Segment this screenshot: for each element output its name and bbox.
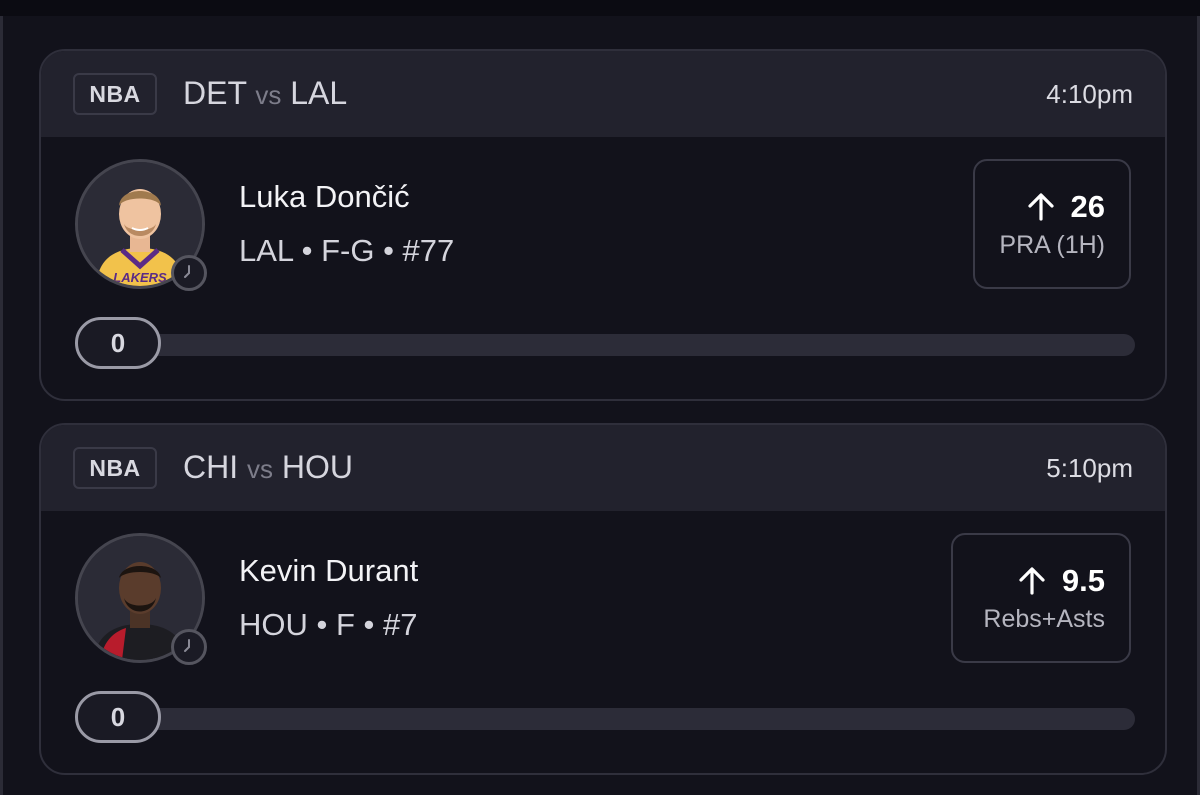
- matchup: CHI vs HOU: [183, 449, 353, 486]
- top-bar: [0, 0, 1200, 16]
- card-header: NBA CHI vs HOU 5:10pm: [41, 425, 1165, 511]
- game-time: 4:10pm: [1046, 79, 1133, 109]
- player-avatar-wrap[interactable]: [75, 533, 207, 665]
- vs-label: vs: [255, 80, 282, 110]
- player-avatar-wrap[interactable]: LAKERS: [75, 159, 207, 291]
- svg-text:LAKERS: LAKERS: [113, 270, 167, 285]
- prop-line: 26: [1027, 189, 1105, 225]
- prop-box[interactable]: 9.5 Rebs+Asts: [951, 533, 1131, 663]
- vs-label: vs: [247, 454, 273, 484]
- prop-line: 9.5: [1018, 563, 1105, 599]
- matchup: DET vs LAL: [183, 75, 347, 112]
- prop-label: Rebs+Asts: [983, 604, 1105, 633]
- player-name: Kevin Durant: [239, 553, 419, 588]
- prop-box[interactable]: 26 PRA (1H): [973, 159, 1131, 289]
- player-meta: HOU • F • #7: [239, 607, 418, 642]
- progress-value: 0: [75, 691, 161, 743]
- league-badge: NBA: [73, 73, 157, 115]
- away-team: DET: [183, 75, 247, 111]
- player-meta: LAL • F-G • #77: [239, 233, 455, 268]
- progress-track: [77, 708, 1135, 730]
- player-name: Luka Dončić: [239, 179, 410, 214]
- arrow-up-icon: [1027, 192, 1055, 222]
- prop-label: PRA (1H): [999, 230, 1105, 259]
- pick-card[interactable]: NBA DET vs LAL 4:10pm LAKERS Luka Dončić…: [39, 49, 1167, 401]
- clock-icon: [171, 629, 207, 665]
- picks-list: NBA DET vs LAL 4:10pm LAKERS Luka Dončić…: [0, 16, 1200, 795]
- prop-value: 26: [1070, 188, 1105, 224]
- league-badge: NBA: [73, 447, 157, 489]
- home-team: LAL: [290, 75, 348, 111]
- away-team: CHI: [183, 449, 239, 485]
- card-header: NBA DET vs LAL 4:10pm: [41, 51, 1165, 137]
- game-time: 5:10pm: [1046, 453, 1133, 483]
- pick-card[interactable]: NBA CHI vs HOU 5:10pm Kevin Durant HOU •…: [39, 423, 1167, 775]
- arrow-up-icon: [1018, 566, 1046, 596]
- prop-value: 9.5: [1061, 562, 1105, 598]
- progress-track: [77, 334, 1135, 356]
- progress-value: 0: [75, 317, 161, 369]
- clock-icon: [171, 255, 207, 291]
- home-team: HOU: [281, 449, 353, 485]
